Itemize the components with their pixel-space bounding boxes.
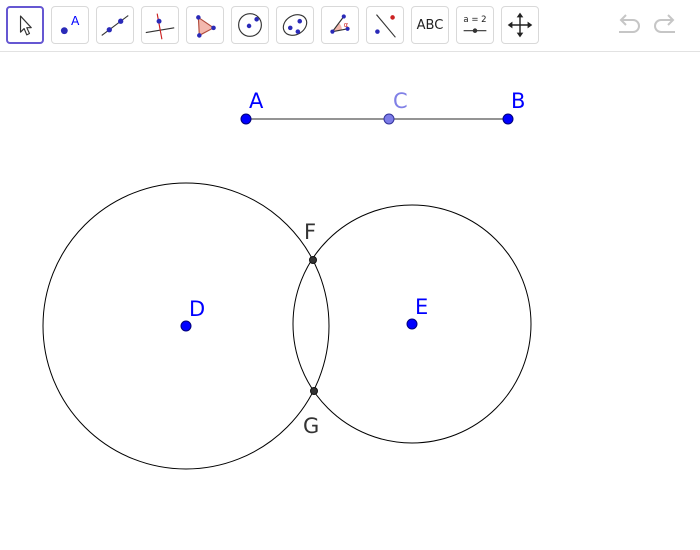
reflect-about-line-icon — [375, 14, 396, 38]
move-view-arrows-icon — [507, 12, 533, 38]
undo-button[interactable] — [613, 12, 643, 40]
cursor-arrow-icon — [19, 15, 32, 36]
undo-icon — [619, 14, 640, 33]
line-tool-button[interactable] — [96, 6, 134, 44]
angle-tool-button[interactable]: α — [321, 6, 359, 44]
point-icon-label: A — [71, 14, 80, 28]
label-b: B — [511, 89, 525, 113]
label-e: E — [415, 295, 428, 319]
label-f: F — [304, 220, 316, 244]
angle-icon: α — [330, 14, 350, 34]
point-g[interactable] — [310, 387, 318, 395]
point-icon: A — [60, 14, 80, 35]
polygon-icon — [196, 15, 216, 38]
label-a: A — [249, 89, 264, 113]
perpendicular-line-icon — [145, 13, 175, 40]
conic-tool-button[interactable] — [276, 6, 314, 44]
point-a[interactable] — [240, 113, 252, 125]
geometry-app: A C B D E F G A α ABC a = 2 — [0, 0, 700, 550]
move-graphics-view-tool-button[interactable] — [501, 6, 539, 44]
redo-icon — [654, 14, 675, 33]
text-tool-button[interactable]: ABC — [411, 6, 449, 44]
angle-icon-label: α — [344, 21, 349, 29]
point-tool-button[interactable]: A — [51, 6, 89, 44]
point-e[interactable] — [406, 318, 418, 330]
polygon-tool-button[interactable] — [186, 6, 224, 44]
move-tool-button[interactable] — [6, 6, 44, 44]
perpendicular-line-tool-button[interactable] — [141, 6, 179, 44]
graphics-view[interactable]: A C B D E F G — [0, 0, 700, 550]
reflect-tool-button[interactable] — [366, 6, 404, 44]
label-d: D — [189, 297, 205, 321]
redo-button[interactable] — [651, 12, 681, 40]
slider-tool-button[interactable]: a = 2 — [456, 6, 494, 44]
point-d[interactable] — [180, 320, 192, 332]
point-f[interactable] — [309, 256, 317, 264]
label-g: G — [303, 414, 319, 438]
text-icon: ABC — [416, 17, 444, 33]
circle-center-point-icon — [238, 13, 262, 37]
point-b[interactable] — [502, 113, 514, 125]
toolbar: A α ABC a = 2 — [0, 0, 700, 52]
slider-icon: a = 2 — [463, 15, 487, 33]
slider-icon-label: a = 2 — [463, 15, 486, 25]
ellipse-icon — [282, 14, 308, 36]
label-c: C — [393, 89, 408, 113]
line-through-points-icon — [101, 15, 129, 36]
point-c[interactable] — [383, 113, 395, 125]
circle-center-point-tool-button[interactable] — [231, 6, 269, 44]
